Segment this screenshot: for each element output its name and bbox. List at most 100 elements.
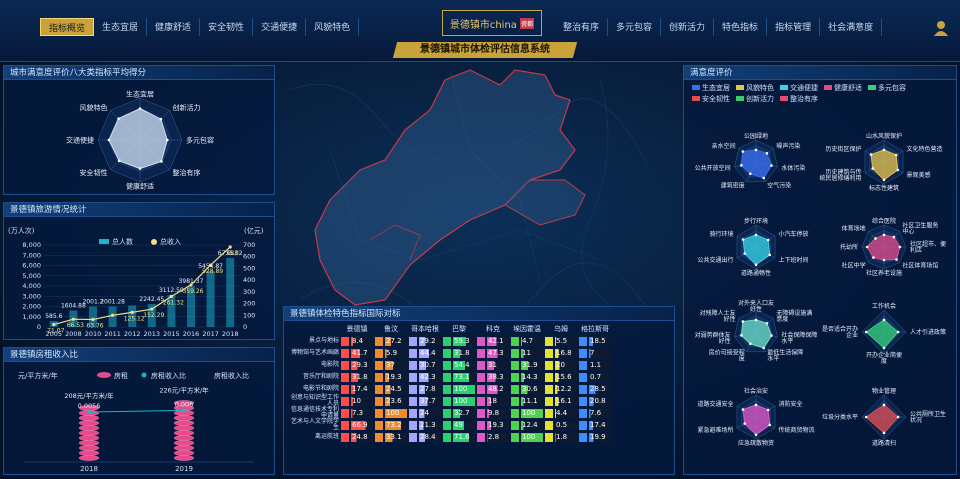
cell-bar: 100 <box>511 408 543 418</box>
table-cell: 48.2 <box>476 383 510 395</box>
sat-radar-4-point <box>754 318 758 322</box>
cell-value: 2.8 <box>487 432 509 442</box>
cell-value: 38.3 <box>487 372 509 382</box>
sat-radar-3-label: 托幼所 <box>840 243 858 251</box>
nav-innovation[interactable]: 创新活力 <box>661 18 715 36</box>
radar1-point <box>117 159 121 163</box>
legend-item[interactable]: 整治有序 <box>780 94 818 104</box>
table-row: 艺术与人文学院学生 66.9 73.2 21.3 49 19.3 12.4 0.5 17.4 <box>288 419 612 431</box>
table-cell: 11 <box>510 347 544 359</box>
nav-special[interactable]: 特色指标 <box>714 18 768 36</box>
cell-swatch <box>545 336 553 346</box>
cell-value: 29.2 <box>419 336 441 346</box>
cell-value: 42.3 <box>419 372 441 382</box>
table-cell: 4.4 <box>544 407 578 419</box>
sat-radar-4-label: 房价可接受程度 <box>709 348 745 362</box>
sat-radar-7-label: 公共厕所卫生状况 <box>910 410 946 424</box>
legend-item[interactable]: 安全韧性 <box>692 94 730 104</box>
cell-value: 19.3 <box>385 372 407 382</box>
cell-bar: 100 <box>375 408 407 418</box>
user-icon[interactable] <box>934 20 948 36</box>
cell-swatch <box>409 420 417 430</box>
legend-ratio-swatch <box>141 372 147 378</box>
line-ratio <box>88 409 185 413</box>
sat-radar-4-label: 无障碍设施满意度 <box>776 309 812 323</box>
cell-value: 23.6 <box>385 396 407 406</box>
nav-style[interactable]: 风貌特色 <box>306 18 360 36</box>
nav-overview[interactable]: 指标概览 <box>40 18 95 36</box>
cell-value: 42.1 <box>487 336 509 346</box>
cell-bar: 73.1 <box>443 372 475 382</box>
table-cell: 44.4 <box>408 347 442 359</box>
legend-item[interactable]: 创新活力 <box>736 94 774 104</box>
label-income: 125.12 <box>124 315 145 322</box>
nav-manage[interactable]: 指标管理 <box>767 18 821 36</box>
legend-item[interactable]: 交通便捷 <box>780 83 818 93</box>
cell-bar: 24 <box>409 408 441 418</box>
table-column-header: 乌姆 <box>554 325 568 333</box>
nav-left: 指标概览 生态宜居 健康舒适 安全韧性 交通便捷 风貌特色 <box>40 18 360 36</box>
y-tick: 2,000 <box>22 303 41 311</box>
sat-radar-2-point <box>768 253 772 257</box>
nav-inclusive[interactable]: 多元包容 <box>608 18 662 36</box>
sat-radar-1-label: 历史街区保护 <box>825 145 861 153</box>
nav-health[interactable]: 健康舒适 <box>147 18 201 36</box>
nav-right: 整治有序 多元包容 创新活力 特色指标 指标管理 社会满意度 <box>555 18 883 36</box>
nav-satisfaction[interactable]: 社会满意度 <box>820 18 883 36</box>
sat-radar-0-point <box>762 176 766 180</box>
rent-panel: 景德镇房租收入比 元/平方米/年 房租收入比 房租 房租收入比 2018 208元/平方米… <box>3 347 275 475</box>
radar1-label: 多元包容 <box>186 135 214 144</box>
nav-safety[interactable]: 安全韧性 <box>200 18 254 36</box>
cell-value: 19.3 <box>487 420 509 430</box>
cell-bar: 27.2 <box>375 336 407 346</box>
cell-value: 11 <box>521 348 543 358</box>
legend-item[interactable]: 多元包容 <box>868 83 906 93</box>
table-cell: 49 <box>442 419 476 431</box>
cell-bar: 31.8 <box>341 372 373 382</box>
nav-order[interactable]: 整治有序 <box>555 18 609 36</box>
cell-value: 24 <box>419 408 441 418</box>
table-cell: 4.7 <box>510 335 544 347</box>
table-cell: 7.3 <box>340 407 374 419</box>
y-tick: 1,000 <box>22 313 41 321</box>
table-cell: 14.3 <box>510 371 544 383</box>
cell-bar: 9.8 <box>477 408 509 418</box>
cell-swatch <box>375 408 383 418</box>
cell-value: 4.4 <box>555 408 577 418</box>
rent-unit: 元/平方米/年 <box>18 371 58 380</box>
label-people: 2001.28 <box>100 298 125 305</box>
radar-panel: 城市满意度评价八大类指标平均得分 生态宜居 创新活力 多元包容 整治有序 健康舒适 安全韧… <box>3 65 275 195</box>
y2-tick: 300 <box>243 288 255 296</box>
sat-radar-1-point <box>896 168 900 172</box>
sat-radar-0-point <box>765 151 769 155</box>
cell-bar: 42.3 <box>409 372 441 382</box>
y2-tick: 600 <box>243 253 255 261</box>
sat-radar-5-point <box>882 346 886 350</box>
bar-people <box>226 257 235 327</box>
sat-radar-6-point <box>743 422 747 425</box>
tourism-chart: (万人次) (亿元) 总人数 总收入 0 1,000 2,000 3,000 4,000 5,00… <box>8 226 264 338</box>
legend-item[interactable]: 风貌特色 <box>736 83 774 93</box>
table-cell: 66.9 <box>340 419 374 431</box>
legend-label: 生态宜居 <box>702 84 730 92</box>
table-cell: 38.3 <box>476 371 510 383</box>
nav-ecology[interactable]: 生态宜居 <box>94 18 148 36</box>
cell-value: 31.8 <box>351 372 373 382</box>
cell-bar: 30.6 <box>511 384 543 394</box>
cell-swatch <box>443 384 451 394</box>
cell-bar: 7.6 <box>579 408 611 418</box>
table-row: 博物馆与艺术画廊 41.7 5.9 44.4 31.8 47.3 11 16.8 7 <box>288 347 612 359</box>
sat-radar-4-point <box>749 342 752 346</box>
cell-swatch <box>579 372 587 382</box>
legend-item[interactable]: 健康舒适 <box>824 83 862 93</box>
cell-value: 31 <box>487 360 509 370</box>
sat-radar-6-point <box>741 408 745 411</box>
nav-traffic[interactable]: 交通便捷 <box>253 18 307 36</box>
sat-radar-2-point <box>766 238 770 242</box>
legend-item[interactable]: 生态宜居 <box>692 83 730 93</box>
y-tick: 5,000 <box>22 272 41 280</box>
table-cell: 71.6 <box>442 431 476 443</box>
label-income: 683 <box>226 250 238 257</box>
cell-swatch <box>341 384 349 394</box>
label-people: 585.6 <box>45 313 62 320</box>
